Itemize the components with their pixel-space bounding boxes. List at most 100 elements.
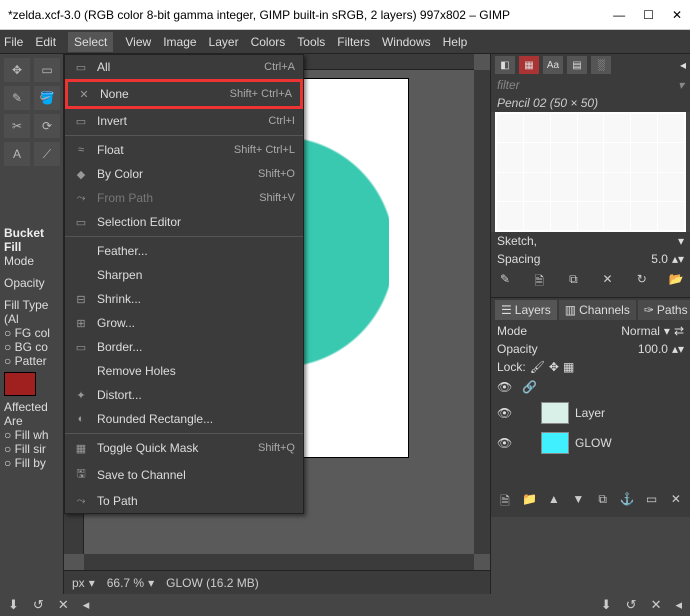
menu-item-border-[interactable]: ▭Border... xyxy=(65,335,303,359)
menu-filters[interactable]: Filters xyxy=(337,35,370,49)
menu-item-grow-[interactable]: ⊞Grow... xyxy=(65,311,303,335)
new-brush-icon[interactable]: 🗎 xyxy=(531,272,547,293)
delete-2-icon[interactable]: ✕ xyxy=(651,597,662,613)
reset-icon[interactable]: ↺ xyxy=(33,597,44,613)
menu-select[interactable]: Select xyxy=(68,32,113,52)
duplicate-layer-icon[interactable]: ⧉ xyxy=(595,492,611,513)
spacing-value[interactable]: 5.0 xyxy=(651,252,668,266)
eye-icon[interactable]: 👁 xyxy=(497,436,513,450)
layer-opacity-value[interactable]: 100.0 xyxy=(638,342,668,356)
menu-layer[interactable]: Layer xyxy=(209,35,239,49)
menu-item-rounded-rectangle-[interactable]: ◐Rounded Rectangle... xyxy=(65,407,303,431)
eye-icon[interactable]: 👁 xyxy=(497,406,513,420)
opacity-stepper-icon[interactable]: ▴▾ xyxy=(672,342,684,356)
lock-paint-icon[interactable]: 🖌 xyxy=(530,360,545,374)
menu-item-distort-[interactable]: ✦Distort... xyxy=(65,383,303,407)
menu-item-from-path[interactable]: ⤳From PathShift+V xyxy=(65,186,303,210)
scrollbar-horizontal[interactable] xyxy=(84,554,474,570)
layer-down-icon[interactable]: ▼ xyxy=(570,492,586,513)
brush-filter-input[interactable]: filter xyxy=(497,78,520,92)
layer-row[interactable]: 👁 Layer xyxy=(491,398,690,428)
move-tool-icon[interactable]: ✥ xyxy=(4,58,30,82)
tab-layers[interactable]: ☰Layers xyxy=(495,300,557,320)
bg-option[interactable]: BG co xyxy=(15,340,48,354)
menu-item-save-to-channel[interactable]: 🖫Save to Channel xyxy=(65,460,303,489)
scrollbar-vertical[interactable] xyxy=(474,70,490,554)
fill-by-option[interactable]: Fill by xyxy=(15,456,46,470)
maximize-button[interactable]: ☐ xyxy=(643,8,654,22)
menu-windows[interactable]: Windows xyxy=(382,35,431,49)
close-button[interactable]: ✕ xyxy=(672,8,682,22)
layer-row[interactable]: 👁 GLOW xyxy=(491,428,690,458)
layer-mode-value[interactable]: Normal xyxy=(621,324,660,338)
dock-tab-icon[interactable]: ◧ xyxy=(495,56,515,74)
tab-paths[interactable]: ✑Paths xyxy=(638,300,690,320)
fill-whole-option[interactable]: Fill wh xyxy=(15,428,49,442)
menu-item-none[interactable]: ✕NoneShift+ Ctrl+A xyxy=(65,79,303,109)
dock-tab-brushes-icon[interactable]: ▦ xyxy=(519,56,539,74)
menu-edit[interactable]: Edit xyxy=(35,35,56,49)
crop-tool-icon[interactable]: ✂ xyxy=(4,114,30,138)
fill-similar-option[interactable]: Fill sir xyxy=(15,442,46,456)
menu-item-feather-[interactable]: Feather... xyxy=(65,239,303,263)
new-layer-icon[interactable]: 🗎 xyxy=(497,492,513,513)
tab-channels[interactable]: ▥Channels xyxy=(559,300,636,320)
edit-brush-icon[interactable]: ✎ xyxy=(497,272,513,293)
download-2-icon[interactable]: ⬇ xyxy=(601,597,612,613)
menu-help[interactable]: Help xyxy=(443,35,468,49)
lock-move-icon[interactable]: ✥ xyxy=(549,360,559,374)
menu-icon[interactable]: ◂ xyxy=(83,597,90,613)
chevron-down-icon[interactable]: ▾ xyxy=(664,324,670,338)
brush-grid[interactable] xyxy=(495,112,686,232)
menu-item-invert[interactable]: ▭InvertCtrl+I xyxy=(65,109,303,133)
layer-name[interactable]: GLOW xyxy=(575,436,612,450)
measure-tool-icon[interactable]: ⟋ xyxy=(34,142,60,166)
dock-tab-pattern-icon[interactable]: ░ xyxy=(591,56,611,74)
merge-layer-icon[interactable]: ⚓ xyxy=(619,492,635,513)
menubar[interactable]: File Edit Select View Image Layer Colors… xyxy=(0,30,690,54)
rect-select-tool-icon[interactable]: ▭ xyxy=(34,58,60,82)
layer-name[interactable]: Layer xyxy=(575,406,605,420)
dock-tab-fonts-icon[interactable]: Aa xyxy=(543,56,563,74)
minimize-button[interactable]: — xyxy=(613,8,625,22)
menu-item-remove-holes[interactable]: Remove Holes xyxy=(65,359,303,383)
dock-tab-history-icon[interactable]: ▤ xyxy=(567,56,587,74)
fg-option[interactable]: FG col xyxy=(15,326,50,340)
sketch-selector[interactable]: Sketch, xyxy=(497,234,674,248)
menu-item-toggle-quick-mask[interactable]: ▦Toggle Quick MaskShift+Q xyxy=(65,436,303,460)
menu-image[interactable]: Image xyxy=(163,35,196,49)
menu-colors[interactable]: Colors xyxy=(251,35,286,49)
menu-2-icon[interactable]: ◂ xyxy=(675,597,682,613)
pattern-swatch[interactable] xyxy=(4,372,36,396)
delete-icon[interactable]: ✕ xyxy=(58,597,69,613)
chevron-down-icon[interactable]: ▾ xyxy=(678,78,684,92)
pattern-option[interactable]: Patter xyxy=(15,354,47,368)
free-select-tool-icon[interactable]: ✎ xyxy=(4,86,30,110)
menu-item-sharpen[interactable]: Sharpen xyxy=(65,263,303,287)
menu-item-shrink-[interactable]: ⊟Shrink... xyxy=(65,287,303,311)
menu-tools[interactable]: Tools xyxy=(297,35,325,49)
layer-mode-swap-icon[interactable]: ⇄ xyxy=(674,324,684,338)
zoom-value[interactable]: 66.7 % xyxy=(107,576,144,590)
chevron-down-icon[interactable]: ▾ xyxy=(678,234,684,248)
bucket-tool-icon[interactable]: 🪣 xyxy=(34,86,60,110)
layer-group-icon[interactable]: 📁 xyxy=(521,492,537,513)
unit-selector[interactable]: px xyxy=(72,576,85,590)
delete-layer-icon[interactable]: ✕ xyxy=(668,492,684,513)
menu-file[interactable]: File xyxy=(4,35,23,49)
download-icon[interactable]: ⬇ xyxy=(8,597,19,613)
rotate-tool-icon[interactable]: ⟳ xyxy=(34,114,60,138)
text-tool-icon[interactable]: A xyxy=(4,142,30,166)
lock-alpha-icon[interactable]: ▦ xyxy=(563,360,574,374)
menu-item-all[interactable]: ▭AllCtrl+A xyxy=(65,55,303,79)
mask-layer-icon[interactable]: ▭ xyxy=(644,492,660,513)
menu-item-selection-editor[interactable]: ▭Selection Editor xyxy=(65,210,303,234)
layer-up-icon[interactable]: ▲ xyxy=(546,492,562,513)
dock-menu-icon[interactable]: ◂ xyxy=(680,58,686,72)
menu-view[interactable]: View xyxy=(125,35,151,49)
spacing-stepper-icon[interactable]: ▴▾ xyxy=(672,252,684,266)
open-brush-icon[interactable]: 📂 xyxy=(668,272,684,293)
delete-brush-icon[interactable]: ✕ xyxy=(600,272,616,293)
refresh-brush-icon[interactable]: ↻ xyxy=(634,272,650,293)
menu-item-to-path[interactable]: ⤳To Path xyxy=(65,489,303,513)
